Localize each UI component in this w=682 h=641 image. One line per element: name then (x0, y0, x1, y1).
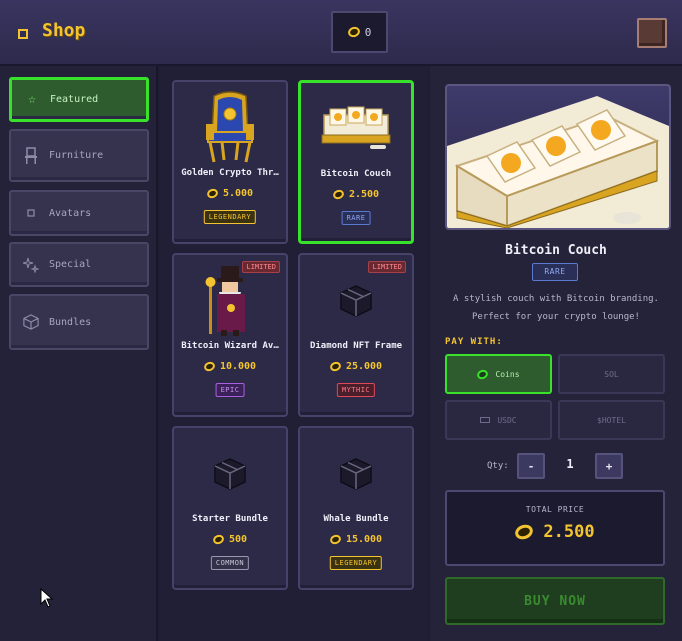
sidebar-item-avatars[interactable]: Avatars (9, 190, 149, 236)
total-price-amount: 2.500 (543, 522, 595, 542)
product-name: Diamond NFT Frame (309, 341, 403, 351)
pay-option-label: SOL (604, 369, 619, 379)
couch-image (301, 91, 411, 167)
product-detail-panel: Bitcoin Couch RARE A stylish couch with … (430, 66, 682, 641)
description-line: Perfect for your crypto lounge! (472, 312, 640, 322)
shop-logo-icon (18, 29, 28, 39)
coin-icon (211, 533, 226, 546)
box-icon (300, 263, 412, 339)
star-icon: ☆ (28, 92, 36, 107)
detail-product-name: Bitcoin Couch (505, 243, 607, 258)
wizard-image (174, 263, 286, 339)
product-card-whale-bundle[interactable]: Whale Bundle 15.000 LEGENDARY (298, 426, 414, 590)
product-price: 10.000 (174, 360, 286, 373)
mouse-cursor-icon (40, 587, 54, 612)
total-price-value: 2.500 (447, 522, 663, 542)
product-card-starter-bundle[interactable]: Starter Bundle 500 COMMON (172, 426, 288, 590)
product-preview-image (445, 84, 671, 230)
product-card-bitcoin-wizard-avatar[interactable]: LIMITED Bitcoin Wizard Av… 10.000 EPIC (172, 253, 288, 417)
box-icon (23, 314, 39, 330)
pay-option-coins[interactable]: Coins (445, 354, 552, 394)
pay-option-label: USDC (497, 415, 517, 425)
avatar-icon (23, 205, 39, 221)
sidebar-item-label: Special (49, 259, 92, 270)
pay-option-label: Coins (495, 369, 520, 379)
product-price-value: 2.500 (348, 189, 380, 200)
detail-description: A stylish couch with Bitcoin branding. P… (440, 290, 672, 326)
throne-image (174, 90, 286, 166)
coin-icon (331, 188, 346, 201)
product-price: 25.000 (300, 360, 412, 373)
buy-now-button[interactable]: BUY NOW (445, 577, 665, 625)
product-price-value: 25.000 (345, 361, 383, 372)
quantity-label: Qty: (487, 461, 509, 471)
box-icon (174, 436, 286, 512)
pay-option-sol[interactable]: SOL (558, 354, 665, 394)
quantity-decrease-button[interactable]: - (517, 453, 545, 479)
coin-icon (513, 522, 536, 542)
shop-header: Shop 0 (0, 0, 682, 66)
product-name: Bitcoin Couch (320, 169, 392, 179)
product-card-bitcoin-couch[interactable]: Bitcoin Couch 2.500 RARE (298, 80, 414, 244)
product-price-value: 15.000 (345, 534, 383, 545)
page-title: Shop (42, 20, 86, 41)
rarity-badge: LEGENDARY (329, 556, 383, 570)
product-price: 500 (174, 533, 286, 546)
balance-value: 0 (364, 25, 372, 39)
quantity-increase-button[interactable]: + (595, 453, 623, 479)
coin-icon (328, 533, 343, 546)
product-price-value: 500 (228, 534, 248, 545)
coin-icon (202, 360, 217, 373)
pay-with-label: PAY WITH: (445, 337, 503, 347)
product-price: 15.000 (300, 533, 412, 546)
rarity-badge: EPIC (215, 383, 245, 397)
coin-icon (205, 187, 220, 200)
card-icon (480, 417, 491, 423)
sparkle-icon (23, 257, 39, 273)
sidebar-item-label: Furniture (49, 150, 104, 161)
product-name: Starter Bundle (192, 514, 268, 524)
rarity-badge: MYTHIC (336, 383, 376, 397)
product-price: 5.000 (174, 187, 286, 200)
coin-balance: 0 (331, 11, 388, 53)
sidebar-item-label: Bundles (49, 316, 92, 328)
detail-rarity-badge: RARE (532, 263, 578, 281)
total-price-label: TOTAL PRICE (525, 505, 585, 514)
sidebar-item-furniture[interactable]: Furniture (9, 129, 149, 182)
sidebar-item-label: Avatars (49, 207, 92, 219)
pay-option-hotel[interactable]: $HOTEL (558, 400, 665, 440)
pay-option-usdc[interactable]: USDC (445, 400, 552, 440)
product-card-golden-crypto-throne[interactable]: Golden Crypto Thr… 5.000 LEGENDARY (172, 80, 288, 244)
coin-icon (476, 367, 490, 381)
description-line: A stylish couch with Bitcoin branding. (453, 294, 659, 304)
coin-icon (328, 360, 343, 373)
sidebar-item-label: Featured (50, 94, 99, 105)
quantity-value: 1 (566, 457, 574, 471)
product-grid: Golden Crypto Thr… 5.000 LEGENDARY Bitco… (160, 66, 428, 641)
rarity-badge: RARE (341, 211, 371, 225)
sidebar-item-featured[interactable]: ☆ Featured (9, 77, 149, 122)
coin-icon (346, 25, 362, 39)
product-price: 2.500 (301, 188, 411, 201)
user-avatar-button[interactable] (637, 18, 667, 48)
product-name: Golden Crypto Thr… (181, 168, 279, 178)
category-sidebar: ☆ Featured Furniture Avatars Special Bun… (0, 66, 158, 641)
rarity-badge: LEGENDARY (203, 210, 257, 224)
rarity-badge: COMMON (210, 556, 250, 570)
total-price-box: TOTAL PRICE 2.500 (445, 490, 665, 566)
product-name: Bitcoin Wizard Av… (181, 341, 279, 351)
product-price-value: 5.000 (222, 188, 254, 199)
box-icon (300, 436, 412, 512)
sidebar-item-special[interactable]: Special (9, 242, 149, 287)
product-price-value: 10.000 (219, 361, 257, 372)
product-card-diamond-nft-frame[interactable]: LIMITED Diamond NFT Frame 25.000 MYTHIC (298, 253, 414, 417)
product-name: Whale Bundle (323, 514, 389, 524)
pay-option-label: $HOTEL (597, 415, 626, 425)
chair-icon (23, 146, 39, 164)
sidebar-item-bundles[interactable]: Bundles (9, 294, 149, 350)
